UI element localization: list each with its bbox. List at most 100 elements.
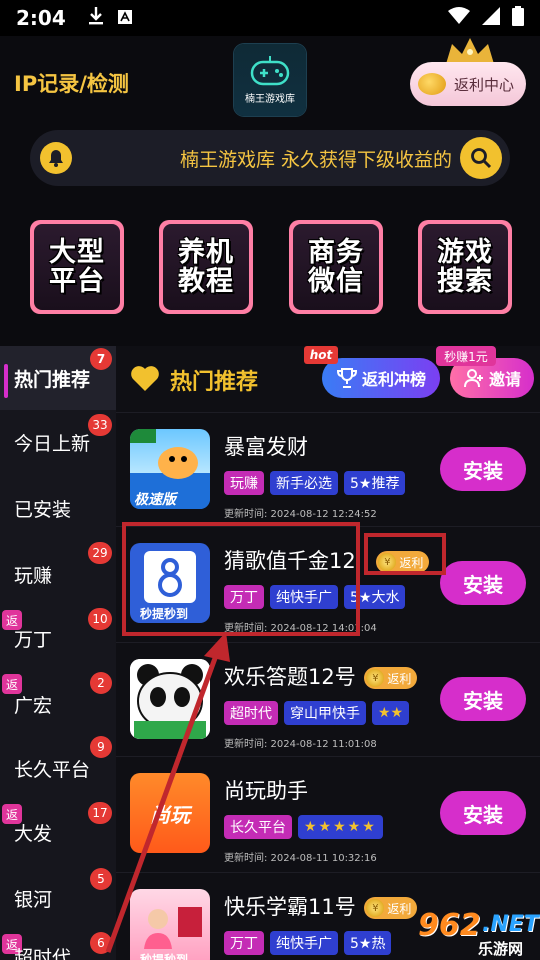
app-tag: 5★热 — [344, 931, 392, 955]
app-list-item[interactable]: 欢乐答题12号 ¥ 返利 超时代 穿山甲快手 ★★ 更新时间: 2024-08-… — [116, 642, 540, 756]
app-list-item[interactable]: 极速版 暴富发财 玩赚 新手必选 5★推荐 更新时间: 2024-08-12 1… — [116, 412, 540, 526]
watermark-logo: 962 .NET 乐游网 — [418, 908, 539, 958]
sidebar-item-label: 今日上新 — [14, 432, 91, 455]
tile-line: 养机 — [178, 237, 234, 268]
rebate-tag: 返 — [2, 674, 22, 694]
app-name: 欢乐答题12号 ¥ 返利 — [224, 661, 418, 691]
count-badge: 7 — [90, 348, 112, 370]
count-badge: 5 — [90, 868, 112, 890]
app-name-text: 暴富发财 — [224, 435, 308, 459]
sidebar-item-installed[interactable]: 已安装 — [0, 476, 116, 540]
app-icon-label: 尚玩 — [150, 802, 190, 827]
status-bar: 2:04 — [0, 0, 540, 36]
app-list-panel: 热门推荐 返利冲榜 hot 邀请 秒赚1元 极速版 暴富发财 玩赚 新手必选 5… — [116, 346, 540, 960]
rebate-ranking-label: 返利冲榜 — [361, 370, 426, 389]
tile-line: 游戏 — [437, 237, 493, 268]
coin-icon: ¥ — [366, 669, 385, 687]
sidebar-item-label: 长久平台 — [14, 758, 91, 781]
wifi-icon — [448, 7, 470, 29]
app-logo: 楠王游戏库 — [234, 44, 306, 116]
update-time: 更新时间: 2024-08-12 11:01:08 — [224, 739, 377, 750]
sidebar-item-play-earn[interactable]: 玩赚 29 — [0, 542, 116, 606]
trophy-icon — [336, 368, 357, 388]
app-notification-icon — [117, 9, 132, 28]
rebate-badge-label: 返利 — [387, 901, 412, 916]
bell-icon — [40, 142, 72, 174]
sidebar-item-guanghong[interactable]: 返 广宏 2 — [0, 672, 116, 736]
menu-tiles: 大型 平台 养机 教程 商务 微信 游戏 搜索 — [30, 220, 512, 314]
tile-tutorial[interactable]: 养机 教程 — [159, 220, 253, 314]
app-name-text: 欢乐答题12号 — [224, 665, 356, 689]
earn-tag: 秒赚1元 — [436, 346, 496, 366]
sidebar-item-yinhe[interactable]: 银河 5 — [0, 866, 116, 930]
tile-game-search[interactable]: 游戏 搜索 — [418, 220, 512, 314]
sidebar-item-new-today[interactable]: 今日上新 33 — [0, 410, 116, 474]
rebate-center-button[interactable]: 返利中心 — [410, 62, 526, 106]
sidebar-item-label: 热门推荐 — [14, 368, 91, 391]
tile-line: 平台 — [49, 266, 105, 297]
app-tag: 玩赚 — [224, 471, 264, 495]
count-badge: 17 — [88, 802, 112, 824]
watermark-number: 962 — [418, 908, 481, 943]
annotation-box-rebate — [364, 533, 446, 575]
sidebar-item-chaoshidai[interactable]: 返 超时代 6 — [0, 930, 116, 960]
heart-icon — [131, 366, 159, 391]
sidebar-item-label: 玩赚 — [14, 564, 53, 587]
search-button[interactable] — [460, 137, 502, 179]
app-tag: 新手必选 — [270, 471, 338, 495]
tile-line: 微信 — [308, 266, 364, 297]
app-icon-label: 秒提秒到 — [140, 953, 189, 960]
app-name: 尚玩助手 — [224, 775, 308, 805]
sidebar-item-dafa[interactable]: 返 大发 17 — [0, 800, 116, 864]
app-tags: 万丁 纯快手广 5★热 — [224, 931, 392, 955]
list-header: 热门推荐 返利冲榜 hot 邀请 秒赚1元 — [116, 346, 540, 410]
sidebar-item-label: 银河 — [14, 888, 53, 911]
count-badge: 2 — [90, 672, 112, 694]
app-name-text: 尚玩助手 — [224, 779, 308, 803]
announcement-search-bar[interactable]: 楠王游戏库 永久获得下级收益的 — [30, 130, 510, 186]
update-time: 更新时间: 2024-08-11 10:32:16 — [224, 853, 377, 864]
app-list-item[interactable]: 尚玩 尚玩助手 长久平台 ★★★★★ 更新时间: 2024-08-11 10:3… — [116, 756, 540, 870]
sidebar-item-long-term[interactable]: 长久平台 9 — [0, 736, 116, 800]
rebate-badge-label: 返利 — [387, 671, 412, 686]
rebate-ranking-button[interactable]: 返利冲榜 — [322, 358, 440, 398]
app-icon-shangwan: 尚玩 — [130, 773, 210, 853]
install-button[interactable]: 安装 — [440, 677, 526, 721]
sidebar-item-wanding[interactable]: 返 万丁 10 — [0, 606, 116, 670]
tile-business-wechat[interactable]: 商务 微信 — [289, 220, 383, 314]
app-icon-label: 极速版 — [134, 492, 176, 508]
rebate-tag: 返 — [2, 610, 22, 630]
download-icon — [88, 7, 104, 29]
tile-line: 商务 — [308, 237, 364, 268]
app-tag: 超时代 — [224, 701, 278, 725]
ip-record-link[interactable]: IP记录/检测 — [14, 68, 129, 98]
install-button[interactable]: 安装 — [440, 447, 526, 491]
rebate-badge: ¥ 返利 — [364, 897, 418, 919]
app-tag: 5★推荐 — [344, 471, 406, 495]
app-name-text: 快乐学霸11号 — [224, 895, 356, 919]
install-button[interactable]: 安装 — [440, 561, 526, 605]
app-icon-huanle — [130, 659, 210, 739]
active-indicator — [4, 364, 8, 398]
count-badge: 9 — [90, 736, 112, 758]
crown-icon — [446, 38, 494, 64]
app-tag: 长久平台 — [224, 815, 292, 839]
logo-text: 楠王游戏库 — [245, 93, 295, 105]
tile-line: 教程 — [178, 266, 234, 297]
app-tags: 长久平台 ★★★★★ — [224, 815, 383, 839]
tile-large-platform[interactable]: 大型 平台 — [30, 220, 124, 314]
annotation-box-app — [122, 522, 360, 636]
header: IP记录/检测 楠王游戏库 返利中心 楠王游戏库 永久获得下级收益的 大型 平台 — [0, 36, 540, 346]
sidebar-item-hot[interactable]: 热门推荐 7 — [0, 346, 116, 410]
invite-label: 邀请 — [488, 370, 521, 389]
app-name: 暴富发财 — [224, 431, 308, 461]
app-tag: 万丁 — [224, 931, 264, 955]
rebate-center-label: 返利中心 — [454, 75, 515, 94]
count-badge: 10 — [88, 608, 112, 630]
battery-icon — [512, 6, 524, 30]
search-icon — [471, 148, 492, 169]
app-icon-baofu: 极速版 — [130, 429, 210, 509]
sidebar-item-label: 广宏 — [14, 694, 53, 717]
install-button[interactable]: 安装 — [440, 791, 526, 835]
tile-line: 大型 — [49, 237, 105, 268]
